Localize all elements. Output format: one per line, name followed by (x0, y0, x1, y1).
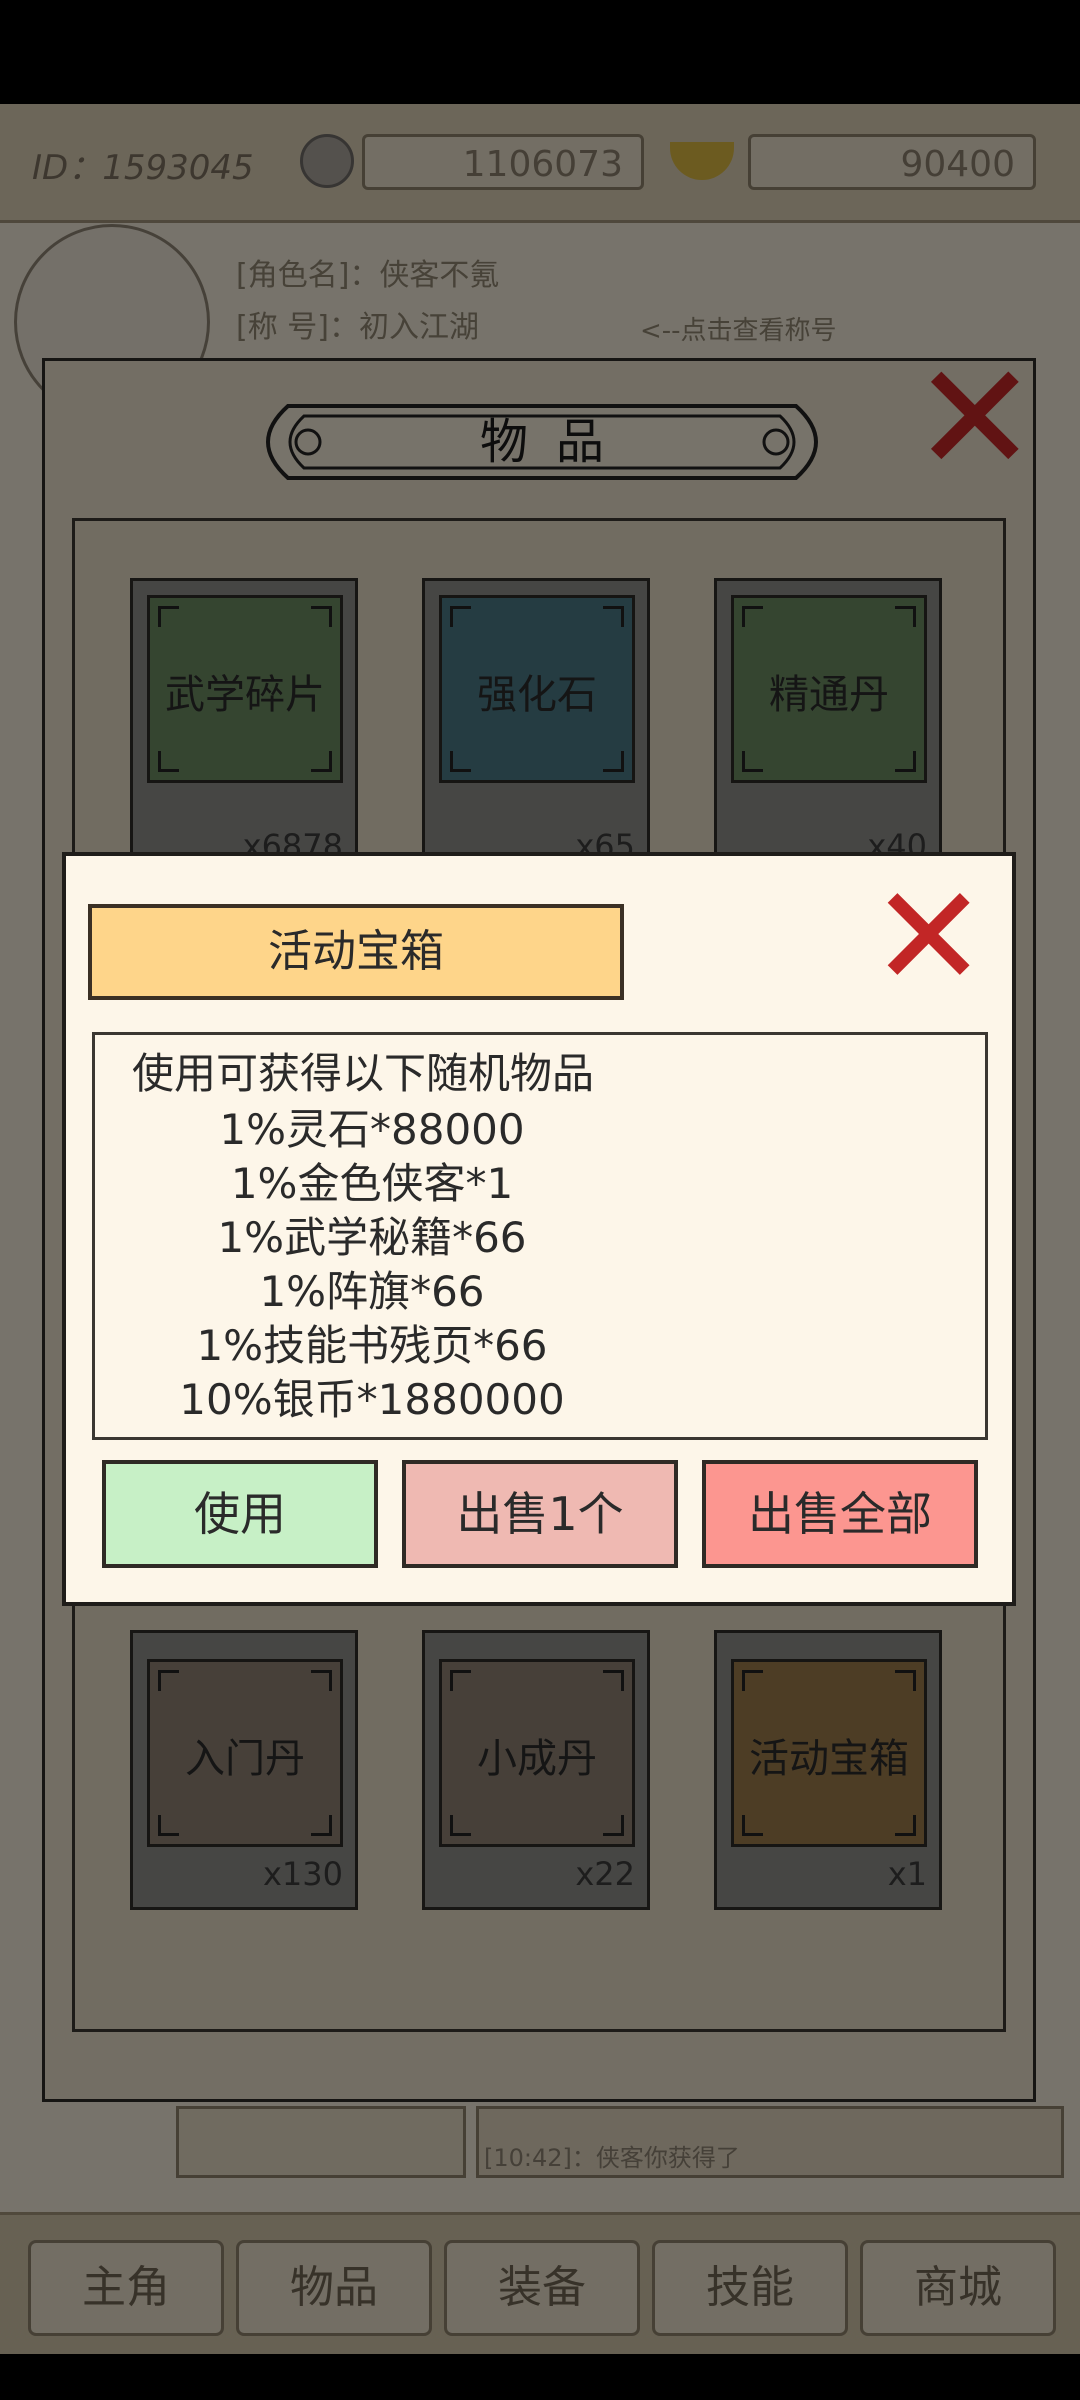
reward-item: 1%阵旗*66 (259, 1267, 485, 1316)
reward-item: 1%武学秘籍*66 (217, 1213, 527, 1262)
sell-one-button[interactable]: 出售1个 (402, 1460, 678, 1568)
reward-item: 1%灵石*88000 (219, 1105, 525, 1154)
reward-item: 10%银币*1880000 (179, 1375, 565, 1424)
reward-header: 使用可获得以下随机物品 (132, 1049, 595, 1098)
reward-item: 1%技能书残页*66 (196, 1321, 548, 1370)
popup-title: 活动宝箱 (88, 904, 624, 1000)
popup-close-icon[interactable]: ✕ (870, 868, 987, 1008)
use-button[interactable]: 使用 (102, 1460, 378, 1568)
sell-all-button[interactable]: 出售全部 (702, 1460, 978, 1568)
reward-item: 1%金色侠客*1 (230, 1159, 514, 1208)
